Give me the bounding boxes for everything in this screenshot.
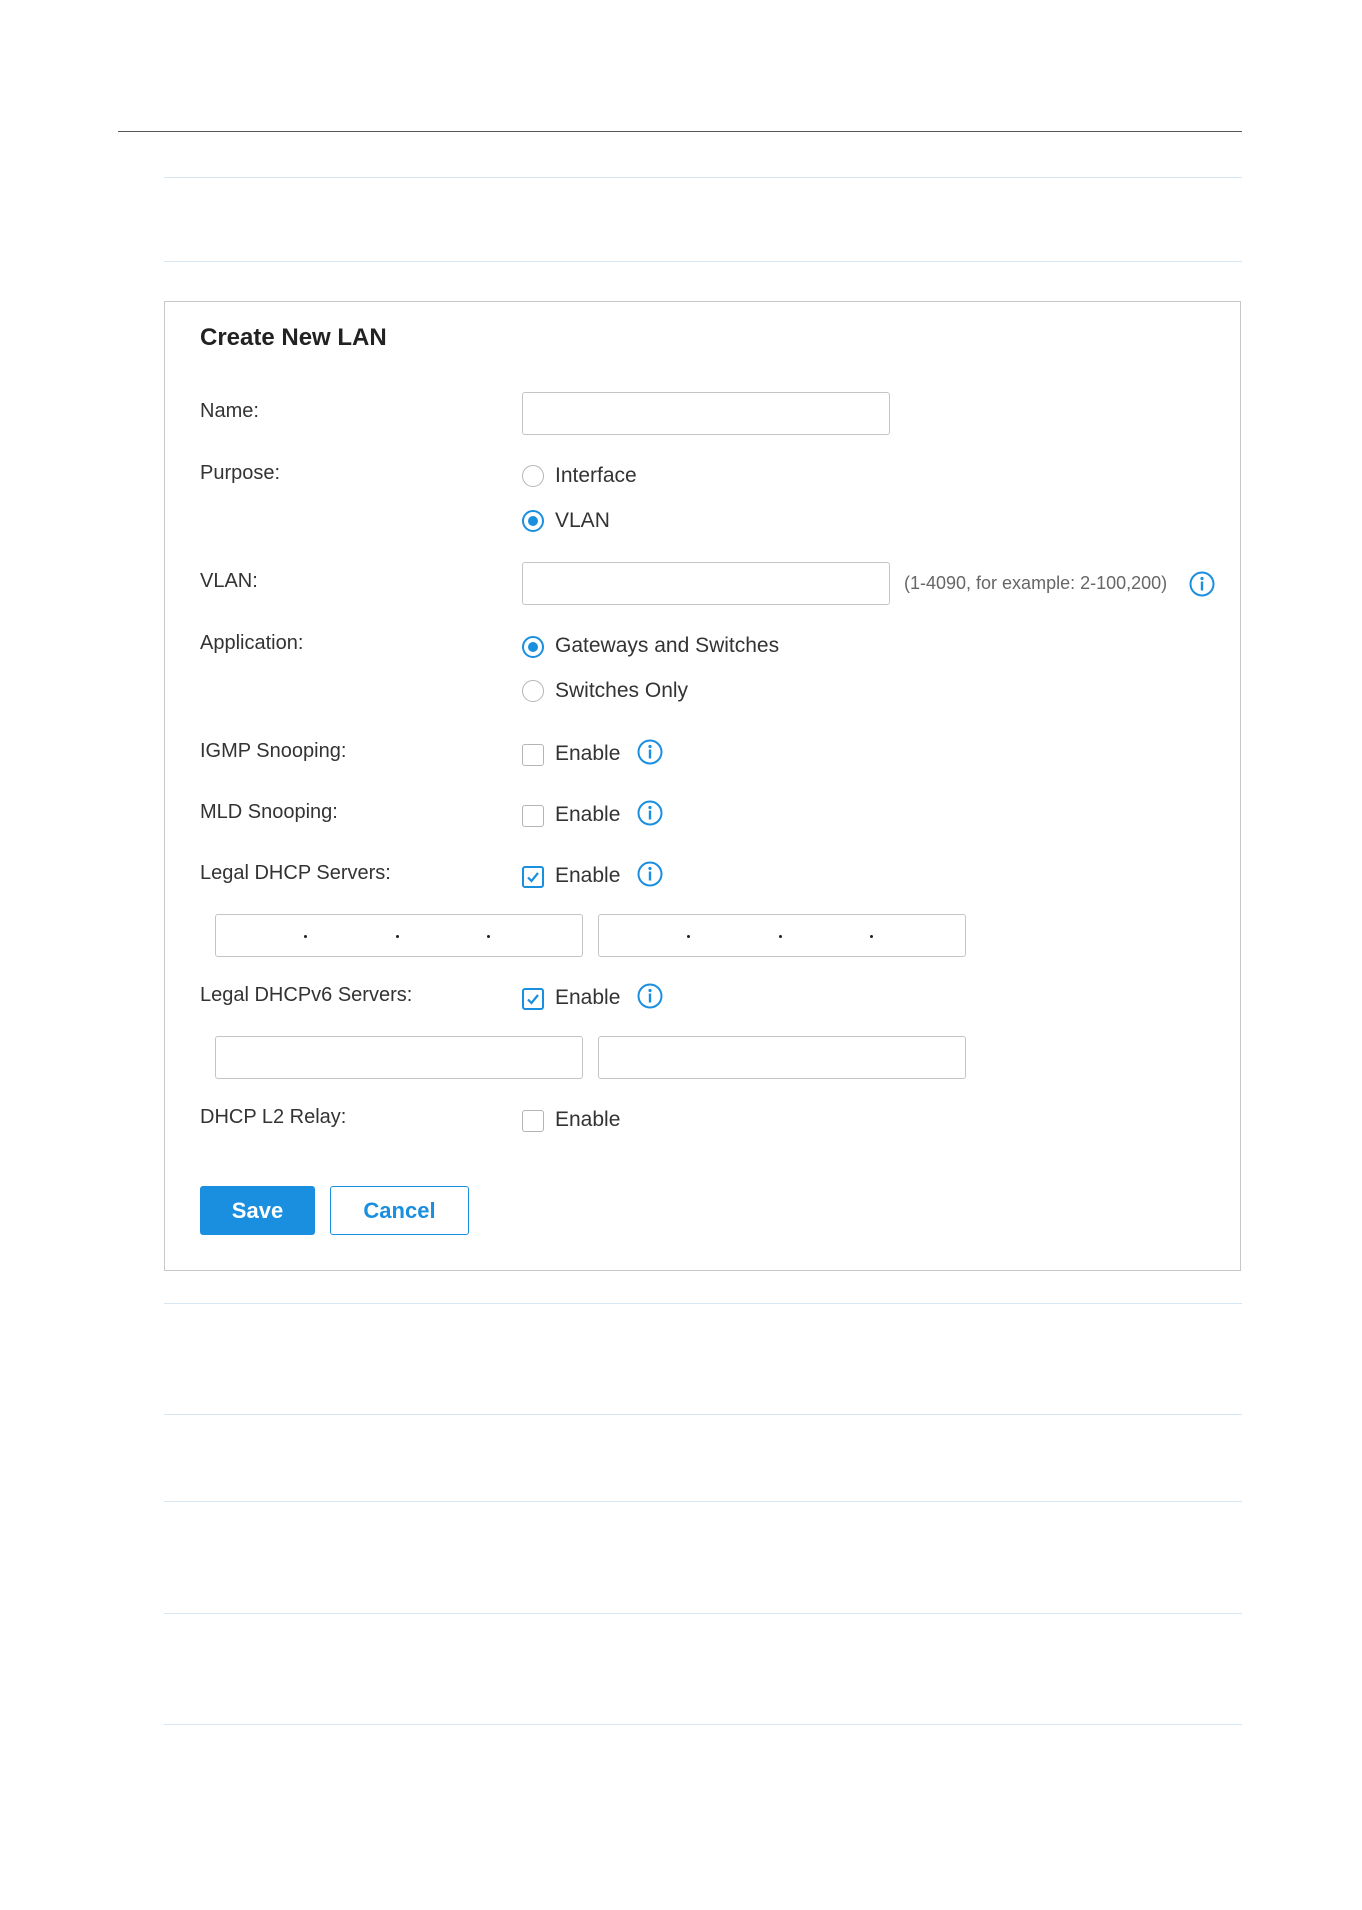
purpose-label: Purpose: — [200, 462, 281, 484]
ip-dot — [487, 935, 490, 938]
ip-dot — [687, 935, 690, 938]
purpose-vlan-radio[interactable] — [522, 510, 544, 532]
name-input[interactable] — [522, 392, 890, 435]
save-button[interactable]: Save — [200, 1186, 315, 1235]
legal-dhcp-servers-enable-label[interactable]: Enable — [555, 864, 620, 888]
legal-dhcp-servers-label: Legal DHCP Servers: — [200, 862, 391, 884]
mld-snooping-checkbox[interactable] — [522, 805, 544, 827]
igmp-snooping-checkbox[interactable] — [522, 744, 544, 766]
ip-dot — [304, 935, 307, 938]
checkmark-icon — [527, 872, 539, 883]
legal-dhcpv6-server-ip-2[interactable] — [598, 1036, 966, 1079]
ip-dot — [779, 935, 782, 938]
top-divider — [118, 131, 1242, 132]
create-lan-panel: Create New LAN Name: Purpose: Interface … — [164, 301, 1241, 1271]
igmp-snooping-label: IGMP Snooping: — [200, 740, 347, 762]
mld-snooping-enable-label[interactable]: Enable — [555, 803, 620, 827]
mld-snooping-label: MLD Snooping: — [200, 801, 338, 823]
name-label: Name: — [200, 400, 259, 422]
dhcp-l2-relay-checkbox[interactable] — [522, 1110, 544, 1132]
section-separator — [164, 1501, 1242, 1502]
igmp-info-icon[interactable] — [637, 739, 663, 765]
legal-dhcpv6-servers-enable-label[interactable]: Enable — [555, 986, 620, 1010]
section-separator — [164, 177, 1242, 178]
cancel-button[interactable]: Cancel — [330, 1186, 469, 1235]
section-separator — [164, 1613, 1242, 1614]
purpose-interface-label[interactable]: Interface — [555, 464, 637, 488]
ip-dot — [870, 935, 873, 938]
section-separator — [164, 1414, 1242, 1415]
mld-info-icon[interactable] — [637, 800, 663, 826]
legal-dhcp-info-icon[interactable] — [637, 861, 663, 887]
vlan-input[interactable] — [522, 562, 890, 605]
legal-dhcp-server-ip-2[interactable] — [598, 914, 966, 957]
dhcp-l2-relay-enable-label[interactable]: Enable — [555, 1108, 620, 1132]
legal-dhcpv6-servers-checkbox[interactable] — [522, 988, 544, 1010]
application-switches-only-label[interactable]: Switches Only — [555, 679, 688, 703]
legal-dhcp-servers-checkbox[interactable] — [522, 866, 544, 888]
checkmark-icon — [527, 994, 539, 1005]
legal-dhcpv6-info-icon[interactable] — [637, 983, 663, 1009]
purpose-interface-radio[interactable] — [522, 465, 544, 487]
application-gateways-switches-radio[interactable] — [522, 636, 544, 658]
legal-dhcp-server-ip-1[interactable] — [215, 914, 583, 957]
ip-dot — [396, 935, 399, 938]
section-separator — [164, 1724, 1242, 1725]
purpose-vlan-label[interactable]: VLAN — [555, 509, 610, 533]
section-separator — [164, 1303, 1242, 1304]
panel-title: Create New LAN — [200, 324, 387, 351]
vlan-label: VLAN: — [200, 570, 258, 592]
legal-dhcpv6-server-ip-1[interactable] — [215, 1036, 583, 1079]
section-separator — [164, 261, 1242, 262]
vlan-info-icon[interactable] — [1189, 571, 1215, 597]
dhcp-l2-relay-label: DHCP L2 Relay: — [200, 1106, 347, 1128]
vlan-hint: (1-4090, for example: 2-100,200) — [904, 573, 1168, 593]
legal-dhcpv6-servers-label: Legal DHCPv6 Servers: — [200, 984, 413, 1006]
igmp-snooping-enable-label[interactable]: Enable — [555, 742, 620, 766]
application-gateways-switches-label[interactable]: Gateways and Switches — [555, 634, 779, 658]
application-label: Application: — [200, 632, 304, 654]
application-switches-only-radio[interactable] — [522, 680, 544, 702]
